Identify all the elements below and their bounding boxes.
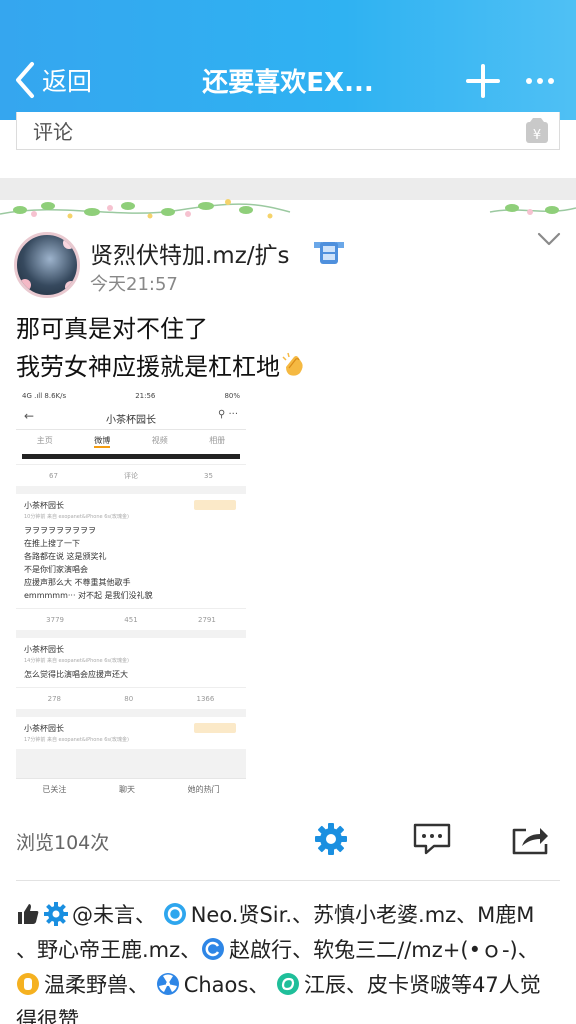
swirl-like-icon: [277, 973, 300, 995]
reward-icon[interactable]: ¥: [525, 118, 549, 144]
post-text: 那可真是对不住了 我劳女神应援就是杠杠地: [16, 310, 308, 386]
image-tab: 主页: [36, 436, 53, 445]
ring-like-icon: [163, 903, 186, 925]
image-action: 2791: [197, 615, 216, 624]
image-bottom-item: 她的热门: [187, 785, 220, 794]
chevron-left-icon: [16, 62, 34, 98]
image-card-2: 小茶杯园长 14分钟前 来自 exopanet&iPhone 6s(玫瑰金) 怎…: [16, 638, 246, 687]
liker[interactable]: 赵啟行、软兔三二//mz+(•ｏ-)、: [229, 938, 539, 962]
radiation-like-icon: [156, 973, 179, 995]
image-tabs: 主页 微博 视频 相册: [16, 430, 246, 452]
image-card-3: 小茶杯园长 17分钟前 来自 exopanet&iPhone 6s(玫瑰金): [16, 717, 246, 749]
liker[interactable]: 、野心帝王鹿.mz、: [16, 938, 201, 962]
like-gear-icon[interactable]: [314, 822, 348, 856]
liker[interactable]: 江辰、皮卡贤啵等47人觉: [304, 973, 541, 997]
svg-text:¥: ¥: [533, 128, 541, 143]
title-bar: 返回 还要喜欢EX...: [0, 0, 576, 120]
comment-input[interactable]: 评论 ¥: [16, 112, 560, 150]
post-time: 今天21:57: [90, 274, 178, 295]
image-card-sub: 10分钟前 来自 exopanet&iPhone 6s(玫瑰金): [24, 514, 129, 520]
vine-decoration: [0, 199, 576, 219]
thumbs-up-icon: [18, 904, 39, 924]
image-tab: 视频: [151, 436, 168, 445]
post-image[interactable]: 4G .ıll 8.6K/s 21:56 80% ← 小茶杯园长 ⚲ ··· 主…: [16, 390, 246, 800]
image-search-more-icon: ⚲ ···: [217, 409, 238, 420]
image-action: 451: [124, 615, 138, 624]
view-count: 浏览104次: [16, 832, 110, 854]
image-bottom-item: 聊天: [118, 785, 135, 794]
image-action: 1366: [196, 694, 215, 703]
liker[interactable]: Neo.贤Sir.、苏慎小老婆.mz、M鹿M: [191, 903, 535, 927]
post-line-1: 那可真是对不住了: [16, 315, 208, 343]
image-status-time: 21:56: [135, 392, 156, 400]
liker[interactable]: 温柔野兽、: [44, 973, 149, 997]
image-action: 3779: [46, 615, 64, 624]
image-action: 评论: [123, 471, 138, 480]
plus-icon[interactable]: [462, 60, 504, 102]
image-card-text: 怎么觉得比演唱会应援声还大: [24, 670, 128, 679]
image-card-line: emmmmm··· 对不起 是我们没礼貌: [24, 591, 153, 600]
image-dark-band: [16, 452, 246, 464]
image-actions-2: 278 80 1366: [16, 687, 246, 709]
likes-list: @未言、 Neo.贤Sir.、苏慎小老婆.mz、M鹿M 、野心帝王鹿.mz、 赵…: [16, 898, 564, 1024]
share-icon[interactable]: [510, 822, 550, 856]
image-card-sub: 17分钟前 来自 exopanet&iPhone 6s(玫瑰金): [24, 737, 129, 743]
liker[interactable]: @未言、: [72, 903, 156, 927]
image-card-line: 不是你们家演唱会: [24, 565, 88, 574]
avatar[interactable]: [14, 232, 80, 298]
image-bottom-item: 已关注: [42, 785, 67, 794]
gear-like-icon: [44, 902, 68, 926]
image-card-1: 小茶杯园长 10分钟前 来自 exopanet&iPhone 6s(玫瑰金) ヲ…: [16, 494, 246, 608]
image-status-left: 4G .ıll 8.6K/s: [22, 392, 67, 400]
post-line-2: 我劳女神应援就是杠杠地: [16, 348, 308, 386]
image-card-name: 小茶杯园长: [24, 645, 64, 654]
image-bottom-bar: 已关注 聊天 她的热门: [16, 778, 246, 800]
image-action: 80: [124, 694, 134, 703]
image-action: 67: [49, 471, 58, 480]
back-label: 返回: [42, 67, 93, 96]
image-actions-top: 67 评论 35: [16, 464, 246, 486]
likes-tail: 得很赞: [16, 1008, 79, 1024]
image-nav: ← 小茶杯园长 ⚲ ···: [16, 404, 246, 430]
image-card-text: ヲヲヲヲヲヲヲヲヲ 在推上搜了一下 各路都在说 这是颁奖礼 不是你们家演唱会 应…: [24, 524, 238, 602]
divider: [16, 880, 560, 881]
image-card-line: 各路都在说 这是颁奖礼: [24, 552, 107, 561]
image-nav-title: 小茶杯园长: [106, 415, 156, 426]
member-badge-icon[interactable]: [312, 238, 346, 266]
image-tab: 相册: [209, 436, 226, 445]
image-card-line: ヲヲヲヲヲヲヲヲヲ: [24, 526, 96, 535]
page-title: 还要喜欢EX...: [202, 68, 374, 98]
username[interactable]: 贤烈伏特加.mz/扩s: [90, 236, 290, 270]
image-card-line: 应援声那么大 不尊重其他歌手: [24, 578, 131, 587]
comment-icon[interactable]: [412, 822, 452, 856]
image-tab: 微博: [94, 435, 111, 448]
image-status-right: 80%: [224, 392, 240, 400]
image-action: 278: [47, 694, 62, 703]
chevron-down-icon[interactable]: [536, 228, 562, 250]
image-tag: [194, 500, 236, 510]
coin-like-icon: [17, 973, 39, 995]
comment-placeholder: 评论: [33, 120, 73, 144]
liker[interactable]: Chaos、: [184, 973, 270, 997]
more-icon[interactable]: [522, 60, 558, 102]
image-actions-1: 3779 451 2791: [16, 608, 246, 630]
image-action: 35: [204, 471, 213, 480]
image-card-line: 在推上搜了一下: [24, 539, 80, 548]
back-button[interactable]: 返回: [12, 58, 92, 102]
refresh-like-icon: [202, 938, 225, 960]
image-status-bar: 4G .ıll 8.6K/s 21:56 80%: [16, 390, 246, 404]
clapping-hands-icon: [282, 352, 303, 376]
image-tag: [194, 723, 236, 733]
image-card-sub: 14分钟前 来自 exopanet&iPhone 6s(玫瑰金): [24, 658, 129, 664]
